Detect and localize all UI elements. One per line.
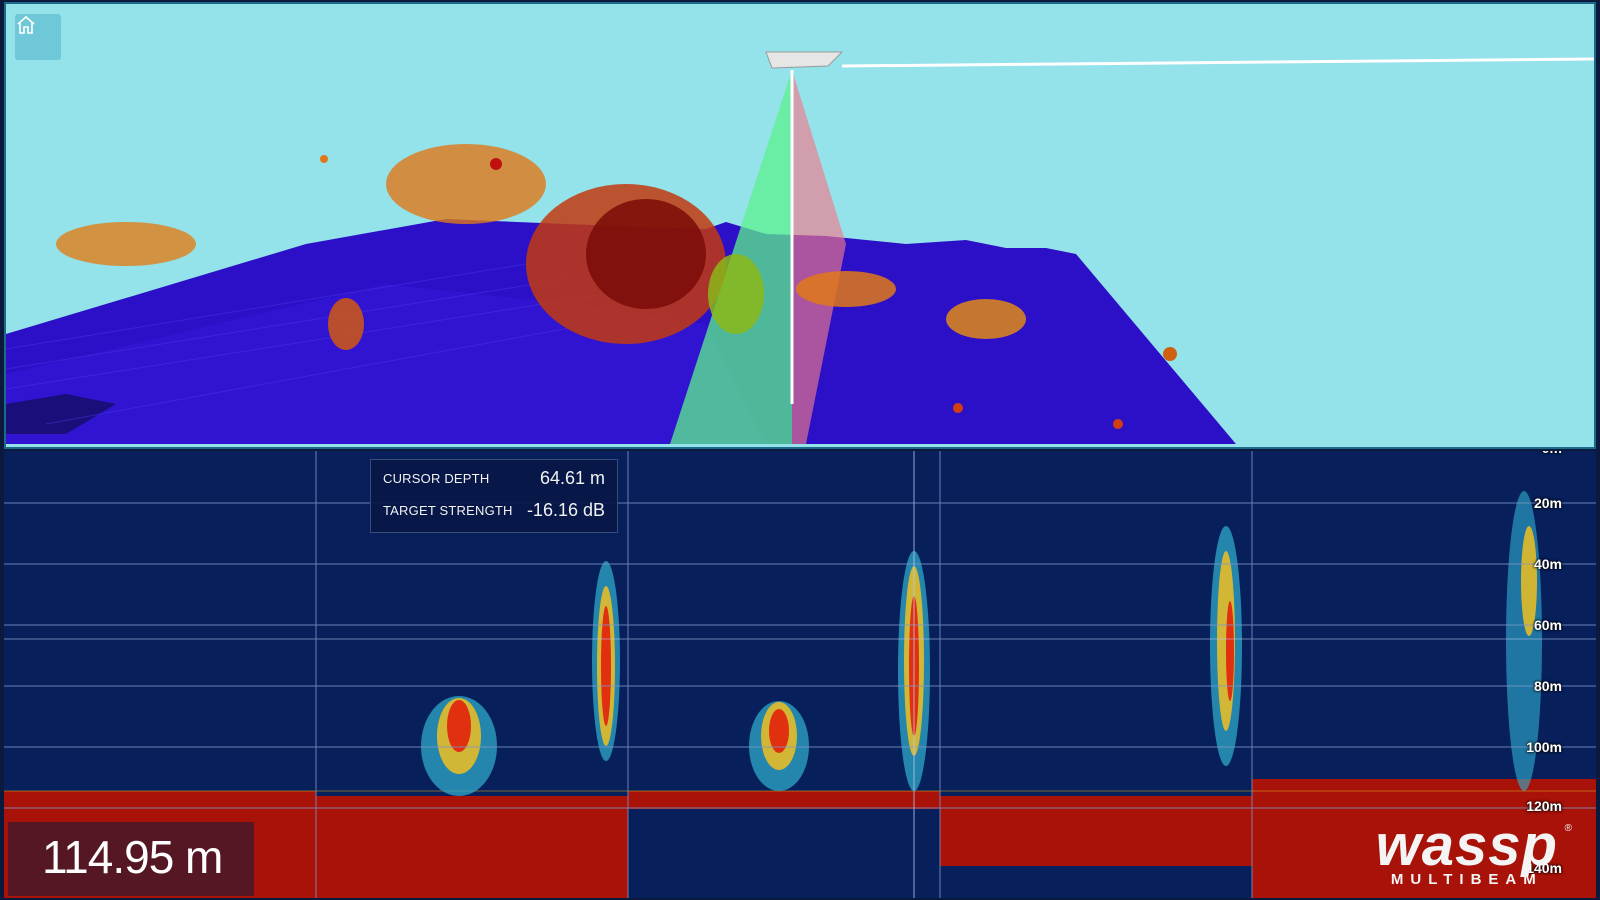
depth-scale-label: 100m <box>1526 739 1562 755</box>
fish-marks <box>421 491 1542 796</box>
current-depth-value: 114.95 m <box>42 831 223 883</box>
cursor-depth-value: 64.61 m <box>539 467 605 488</box>
depth-scale-label: 20m <box>1533 495 1562 511</box>
depth-scale-label: 80m <box>1533 678 1562 694</box>
target-strength-label: TARGET STRENGTH <box>383 502 513 518</box>
vessel-track-line <box>841 57 1594 68</box>
vessel <box>765 51 844 69</box>
scene-graphics <box>6 51 1594 444</box>
logo-sub: MULTIBEAM <box>1390 871 1543 888</box>
depth-scale-label: 60m <box>1533 617 1562 633</box>
current-depth-box: 114.95 m <box>8 822 254 896</box>
depth-scale-label: 0m <box>1542 451 1562 456</box>
target-strength-value: -16.16 dB <box>526 499 605 520</box>
echogram-view[interactable]: CURSOR DEPTH 64.61 m TARGET STRENGTH -16… <box>4 451 1596 898</box>
logo-brand: wassp <box>1375 813 1558 878</box>
cursor-depth-label: CURSOR DEPTH <box>383 470 490 486</box>
depth-scale-label: 40m <box>1533 556 1562 572</box>
depth-scale-label: 120m <box>1526 798 1562 814</box>
home-button[interactable] <box>15 14 61 60</box>
3d-scene-view[interactable] <box>4 2 1596 449</box>
logo-reg: ® <box>1564 823 1572 834</box>
wassp-logo: wassp MULTIBEAM ® <box>1375 813 1572 889</box>
cursor-readout-panel: CURSOR DEPTH 64.61 m TARGET STRENGTH -16… <box>370 459 618 533</box>
